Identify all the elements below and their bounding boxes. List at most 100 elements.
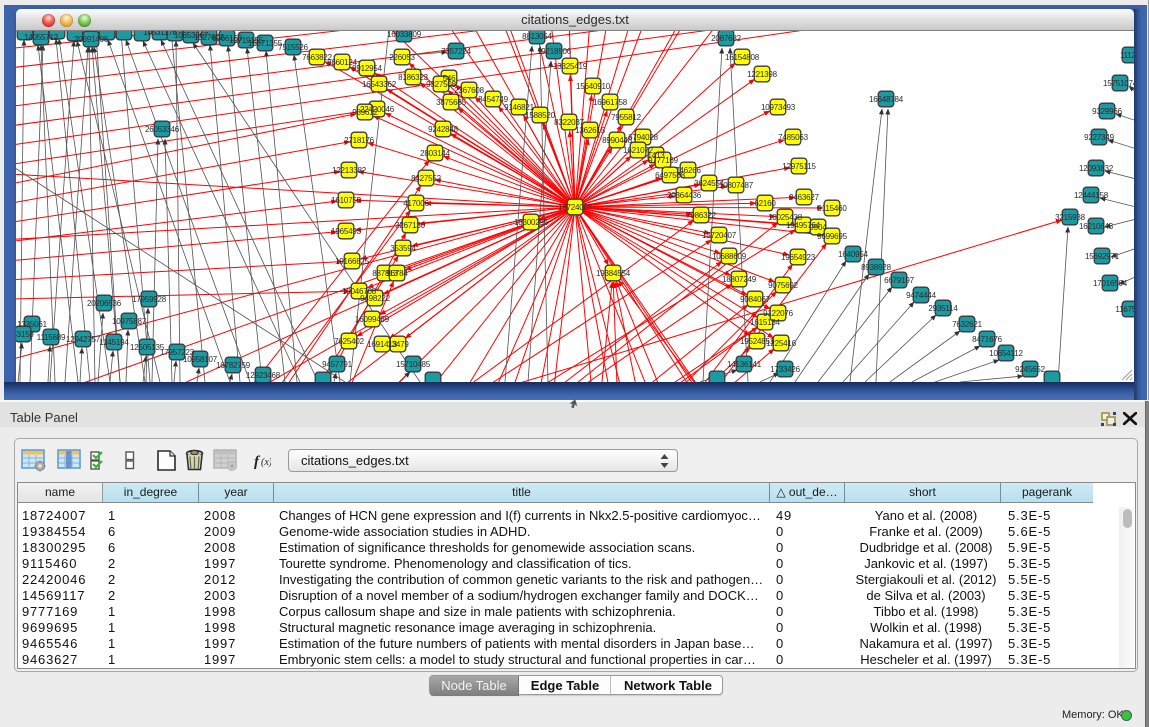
svg-text:12923468: 12923468 (246, 371, 281, 380)
svg-text:14136141: 14136141 (727, 360, 762, 369)
svg-text:3215938: 3215938 (1055, 213, 1085, 222)
svg-text:1610755: 1610755 (331, 196, 361, 205)
svg-text:f: f (254, 454, 261, 470)
svg-text:18300295: 18300295 (514, 218, 549, 227)
svg-text:33159: 33159 (16, 330, 34, 339)
svg-text:18724007: 18724007 (558, 203, 593, 212)
svg-text:19654923: 19654923 (781, 253, 816, 262)
svg-text:9474444: 9474444 (906, 291, 936, 300)
svg-text:96784: 96784 (386, 269, 408, 278)
svg-text:1615134: 1615134 (750, 318, 780, 327)
svg-text:16099489: 16099489 (355, 315, 390, 324)
svg-text:3267130: 3267130 (395, 221, 425, 230)
svg-text:10807487: 10807487 (719, 181, 754, 190)
svg-text:1145194: 1145194 (99, 338, 129, 347)
svg-text:15692971: 15692971 (1085, 252, 1120, 261)
svg-text:9245652: 9245652 (1015, 365, 1045, 374)
svg-text:10688609: 10688609 (712, 252, 747, 261)
svg-text:1115689: 1115689 (37, 333, 66, 342)
svg-text:1221398: 1221398 (747, 70, 777, 79)
svg-text:19218506: 19218506 (537, 47, 572, 56)
svg-text:17959928: 17959928 (132, 295, 167, 304)
svg-text:9457791: 9457791 (322, 360, 352, 369)
svg-text:12213382: 12213382 (332, 166, 367, 175)
svg-text:8938928: 8938928 (861, 263, 891, 272)
svg-text:20206536: 20206536 (87, 299, 122, 308)
svg-text:62160: 62160 (754, 199, 776, 208)
svg-text:16033809: 16033809 (387, 31, 422, 39)
svg-text:11123: 11123 (1120, 51, 1134, 60)
svg-text:7625402: 7625402 (334, 337, 364, 346)
svg-text:7632621: 7632621 (952, 320, 982, 329)
svg-text:2367608: 2367608 (454, 86, 484, 95)
svg-text:9084067: 9084067 (740, 295, 770, 304)
svg-text:9463627: 9463627 (789, 193, 819, 202)
svg-text:12942757: 12942757 (66, 335, 101, 344)
svg-text:8912954: 8912954 (352, 64, 382, 73)
svg-text:1225416: 1225416 (766, 339, 796, 348)
svg-text:9115460: 9115460 (817, 204, 847, 213)
svg-text:1362615: 1362615 (575, 126, 605, 135)
svg-text:10958107: 10958107 (183, 355, 218, 364)
svg-text:10654112: 10654112 (989, 349, 1023, 358)
svg-text:10973493: 10973493 (761, 103, 796, 112)
svg-text:26053346: 26053346 (145, 125, 180, 134)
svg-text:16210643: 16210643 (1079, 222, 1114, 231)
svg-text:7955812: 7955812 (611, 113, 641, 122)
svg-text:7357224: 7357224 (441, 47, 471, 56)
svg-text:9904: 9904 (810, 223, 828, 232)
svg-text:13325419: 13325419 (553, 62, 588, 71)
svg-text:7986322: 7986322 (686, 211, 716, 220)
svg-text:9227349: 9227349 (1084, 133, 1114, 142)
svg-text:417006: 417006 (403, 199, 429, 208)
svg-text:1640954: 1640954 (838, 250, 868, 259)
svg-text:(x): (x) (261, 457, 271, 468)
svg-text:7485063: 7485063 (778, 133, 808, 142)
svg-text:989612: 989612 (352, 108, 378, 117)
svg-text:9329966: 9329966 (1092, 107, 1122, 116)
svg-text:8427552: 8427552 (411, 174, 441, 183)
svg-text:9699695: 9699695 (817, 232, 847, 241)
svg-text:16782759: 16782759 (216, 361, 251, 370)
svg-text:17016504: 17016504 (1093, 279, 1128, 288)
svg-text:8813054: 8813054 (522, 32, 552, 41)
svg-text:3875685: 3875685 (436, 98, 466, 107)
svg-text:15710485: 15710485 (396, 360, 431, 369)
svg-text:8186323: 8186323 (398, 73, 428, 82)
svg-text:13479: 13479 (387, 340, 409, 349)
svg-text:226053: 226053 (389, 53, 415, 62)
svg-text:9327508: 9327508 (426, 80, 456, 89)
svg-text:15751074: 15751074 (1103, 79, 1134, 88)
svg-text:1335061: 1335061 (17, 320, 47, 329)
svg-text:20691406: 20691406 (74, 35, 109, 44)
svg-text:9777169: 9777169 (648, 156, 678, 165)
svg-text:20364436: 20364436 (667, 191, 702, 200)
svg-text:6679197: 6679197 (884, 276, 914, 285)
svg-text:353594: 353594 (390, 244, 416, 253)
svg-text:15640910: 15640910 (576, 82, 611, 91)
svg-text:12975115: 12975115 (782, 162, 816, 171)
svg-text:1588520: 1588520 (525, 111, 555, 120)
svg-text:16543362: 16543362 (362, 80, 397, 89)
svg-text:2087682: 2087682 (711, 34, 741, 43)
svg-text:2935114: 2935114 (928, 304, 958, 313)
svg-text:9242848: 9242848 (428, 125, 458, 134)
svg-text:16648784: 16648784 (869, 95, 904, 104)
svg-text:1965493: 1965493 (331, 227, 361, 236)
svg-text:9498222: 9498222 (360, 294, 390, 303)
svg-text:1733426: 1733426 (770, 365, 800, 374)
svg-text:15720407: 15720407 (702, 231, 737, 240)
svg-text:16154808: 16154808 (725, 53, 760, 62)
svg-text:12093832: 12093832 (1079, 164, 1114, 173)
svg-text:2803144: 2803144 (420, 149, 450, 158)
svg-text:10531176: 10531176 (143, 31, 177, 37)
svg-text:19384554: 19384554 (596, 269, 631, 278)
svg-text:8471676: 8471676 (972, 335, 1002, 344)
svg-text:9075692: 9075692 (768, 281, 798, 290)
svg-text:12444158: 12444158 (1074, 191, 1109, 200)
svg-text:2718176: 2718176 (344, 136, 374, 145)
svg-text:6497568: 6497568 (655, 171, 685, 180)
svg-text:16961758: 16961758 (593, 98, 628, 107)
svg-text:9122076: 9122076 (763, 309, 793, 318)
svg-text:18807249: 18807249 (722, 275, 757, 284)
